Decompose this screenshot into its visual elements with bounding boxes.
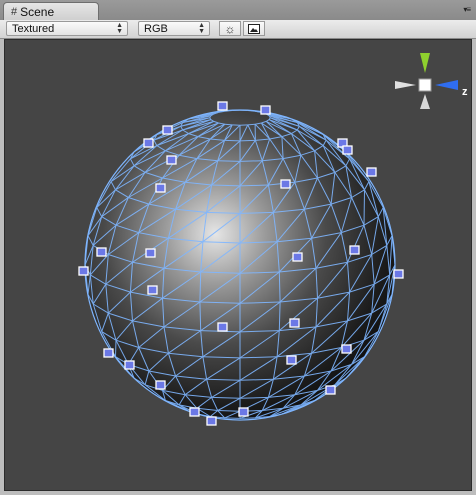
scene-viewport[interactable]: z [4,39,472,491]
vertex-handle[interactable] [342,145,353,155]
vertex-handle[interactable] [147,285,158,295]
sun-icon: ☼ [224,21,236,36]
vertex-handle[interactable] [78,266,89,276]
scene-toolbar: Textured ▲ ▼ RGB ▲ ▼ ☼ [0,20,476,39]
panel-menu-icon[interactable]: ▾≡ [463,5,471,14]
vertex-handle[interactable] [393,269,404,279]
vertex-handle[interactable] [341,344,352,354]
tab-scene-label: Scene [20,4,55,19]
image-icon [248,23,260,34]
vertex-handle[interactable] [366,167,377,177]
wire-edge [239,139,256,142]
grid-icon: # [11,5,18,18]
dropdown-arrows-icon: ▲ ▼ [198,22,205,35]
vertex-handle[interactable] [124,360,135,370]
gizmo-center-cube[interactable] [418,78,432,92]
vertex-handle[interactable] [155,183,166,193]
vertex-handle[interactable] [145,248,156,258]
vertex-handle[interactable] [280,179,291,189]
vertex-handle[interactable] [238,407,249,417]
vertex-handle[interactable] [206,416,217,426]
vertex-handle[interactable] [166,155,177,165]
tab-scene[interactable]: # Scene [3,2,99,20]
vertex-handle[interactable] [289,318,300,328]
scene-window: # Scene ▾≡ Textured ▲ ▼ RGB ▲ ▼ ☼ z [0,0,476,495]
dropdown-arrows-icon: ▲ ▼ [116,22,123,35]
wire-edge [239,160,263,162]
wire-edge [115,340,117,357]
wire-edge [217,410,241,412]
vertex-handle[interactable] [143,138,154,148]
sphere-mesh[interactable] [84,109,396,421]
wire-edge [224,139,241,142]
vertex-handle[interactable] [217,101,228,111]
wire-edge [217,160,241,162]
vertex-handle[interactable] [96,247,107,257]
wire-edge [224,417,241,419]
orientation-gizmo[interactable]: z [395,53,468,109]
wire-edge [363,189,365,226]
gizmo-z-arrow[interactable] [435,80,458,90]
vertex-handle[interactable] [155,380,166,390]
wire-edge [224,123,233,126]
render-mode-value: Textured [12,22,55,35]
gizmo-neg-y-arrow[interactable] [420,94,430,109]
vertex-handle[interactable] [325,385,336,395]
scene-overlay-toggle[interactable] [243,21,265,36]
gizmo-y-arrow[interactable] [420,53,430,73]
gizmo-x-arrow[interactable] [395,81,416,89]
color-channel-dropdown[interactable]: RGB ▲ ▼ [138,21,210,36]
scene-lighting-toggle[interactable]: ☼ [219,21,241,36]
color-channel-value: RGB [144,22,168,35]
tab-bar: # Scene ▾≡ [0,0,476,21]
vertex-handle[interactable] [349,245,360,255]
vertex-handle[interactable] [217,322,228,332]
vertex-handle[interactable] [103,348,114,358]
vertex-handle[interactable] [260,105,271,115]
render-mode-dropdown[interactable]: Textured ▲ ▼ [6,21,128,36]
vertex-handle[interactable] [189,407,200,417]
vertex-handle[interactable] [162,125,173,135]
gizmo-z-label: z [462,86,468,98]
wire-edge [247,123,256,126]
vertex-handle[interactable] [286,355,297,365]
vertex-handle[interactable] [292,252,303,262]
